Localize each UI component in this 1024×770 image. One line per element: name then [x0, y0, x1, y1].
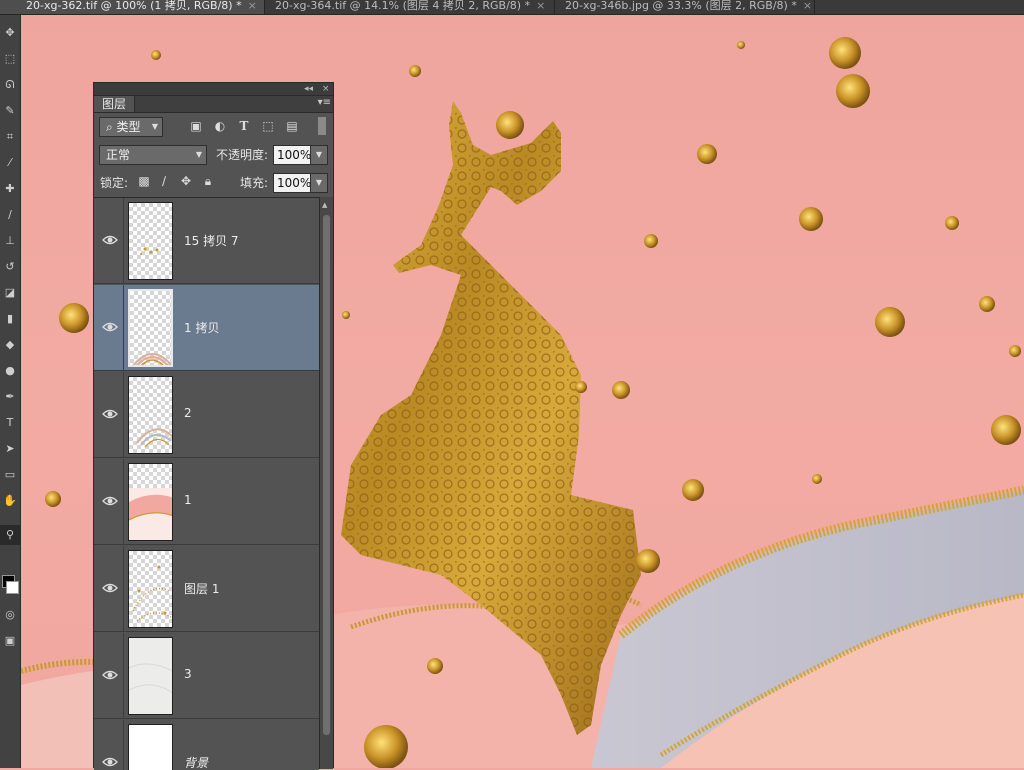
eye-icon[interactable]	[102, 668, 118, 682]
document-tab-3[interactable]: 20-xg-346b.jpg @ 33.3% (图层 2, RGB/8) * ×	[555, 0, 815, 14]
layer-name: 1 拷贝	[184, 321, 220, 335]
chevron-down-icon: ▼	[151, 122, 158, 131]
move-tool-icon[interactable]: ✥	[0, 23, 20, 43]
scrollbar-thumb[interactable]	[323, 215, 330, 735]
type-tool-icon[interactable]: T	[0, 413, 20, 433]
brush-tool-icon[interactable]: ∕	[0, 205, 20, 225]
layer-row[interactable]: 1 拷贝	[94, 285, 319, 371]
blend-opacity-row: 正常 ▼ 不透明度: 100% ▼	[94, 141, 333, 169]
document-tab-title: 20-xg-364.tif @ 14.1% (图层 4 拷贝 2, RGB/8)…	[275, 0, 531, 12]
document-tab-title: 20-xg-346b.jpg @ 33.3% (图层 2, RGB/8) *	[565, 0, 797, 12]
eyedropper-tool-icon[interactable]: ⁄	[0, 153, 20, 173]
filter-toggle-switch[interactable]	[318, 117, 326, 135]
layer-thumbnail	[128, 289, 173, 367]
layer-filter-row: ⌕ 类型 ▼ ▣ ◐ T ⬚ ▤	[94, 113, 333, 141]
eye-icon[interactable]	[102, 581, 118, 595]
collapse-panel-icon[interactable]: ◂◂	[304, 83, 313, 95]
tab-layers[interactable]: 图层	[94, 96, 136, 112]
stamp-tool-icon[interactable]: ⊥	[0, 231, 20, 251]
layer-thumbnail	[128, 463, 173, 541]
eye-icon[interactable]	[102, 233, 118, 247]
quick-select-tool-icon[interactable]: ✎	[0, 101, 20, 121]
layer-row[interactable]: 15 拷贝 7	[94, 198, 319, 284]
opacity-input[interactable]: 100%	[273, 145, 311, 165]
layer-thumbnail	[128, 202, 173, 280]
document-tab-title: 20-xg-362.tif @ 100% (1 拷贝, RGB/8) *	[26, 0, 242, 12]
dodge-tool-icon[interactable]: ●	[0, 361, 20, 381]
path-select-tool-icon[interactable]: ➤	[0, 439, 20, 459]
layers-list: 15 拷贝 7 1 拷贝 2 1 图层 1 3 背景	[94, 197, 319, 770]
eye-icon[interactable]	[102, 320, 118, 334]
layer-name: 图层 1	[184, 582, 220, 596]
close-icon[interactable]: ×	[322, 83, 330, 95]
close-icon[interactable]: ×	[536, 0, 545, 12]
layer-name: 2	[184, 406, 192, 420]
layer-row[interactable]: 图层 1	[94, 546, 319, 632]
layer-row[interactable]: 3	[94, 633, 319, 719]
layer-thumbnail	[128, 376, 173, 454]
screen-mode-icon[interactable]: ▣	[0, 631, 20, 651]
quick-mask-icon[interactable]: ◎	[0, 605, 20, 625]
hand-tool-icon[interactable]: ✋	[0, 491, 20, 511]
layer-name: 3	[184, 667, 192, 681]
marquee-tool-icon[interactable]: ⬚	[0, 49, 20, 69]
gradient-tool-icon[interactable]: ▮	[0, 309, 20, 329]
layer-row[interactable]: 1	[94, 459, 319, 545]
layers-panel: ◂◂ × 图层 ▾≡ ⌕ 类型 ▼ ▣ ◐ T ⬚ ▤ 正常 ▼ 不透明度: 100…	[93, 82, 334, 770]
lock-position-icon[interactable]: ✥	[178, 173, 194, 189]
fill-dropdown-arrow[interactable]: ▼	[310, 173, 328, 193]
chevron-down-icon: ▼	[195, 150, 202, 159]
zoom-tool-icon[interactable]: ⚲	[0, 525, 20, 545]
layer-name: 1	[184, 493, 192, 507]
document-tab-bar: 20-xg-362.tif @ 100% (1 拷贝, RGB/8) * × 20…	[0, 0, 1024, 15]
panel-header-bar: ◂◂ ×	[94, 83, 333, 96]
smart-object-filter-icon[interactable]: ▤	[284, 118, 300, 134]
eye-icon[interactable]	[102, 755, 118, 769]
layer-row[interactable]: 2	[94, 372, 319, 458]
lock-image-pixels-icon[interactable]: ∕	[156, 173, 172, 189]
tools-panel: ✥ ⬚ ᘏ ✎ ⌗ ⁄ ✚ ∕ ⊥ ↺ ◪ ▮ ◆ ● ✒ T ➤ ▭ ✋ ⚲ …	[0, 15, 21, 768]
eye-icon[interactable]	[102, 407, 118, 421]
shape-tool-icon[interactable]: ▭	[0, 465, 20, 485]
eye-icon[interactable]	[102, 494, 118, 508]
lock-label: 锁定:	[100, 176, 129, 190]
background-color-swatch[interactable]	[6, 581, 19, 594]
lock-transparent-pixels-icon[interactable]: ▩	[136, 173, 152, 189]
lasso-tool-icon[interactable]: ᘏ	[0, 75, 20, 95]
eraser-tool-icon[interactable]: ◪	[0, 283, 20, 303]
scroll-up-icon[interactable]: ▲	[322, 201, 327, 209]
blur-tool-icon[interactable]: ◆	[0, 335, 20, 355]
layer-thumbnail	[128, 637, 173, 715]
opacity-label: 不透明度:	[216, 148, 269, 162]
shape-filter-icon[interactable]: ⬚	[260, 118, 276, 134]
document-tab-1[interactable]: 20-xg-362.tif @ 100% (1 拷贝, RGB/8) * ×	[0, 0, 265, 14]
layer-row[interactable]: 背景	[94, 720, 319, 770]
panel-tab-row: 图层 ▾≡	[94, 96, 333, 113]
blend-mode-dropdown[interactable]: 正常 ▼	[99, 145, 207, 165]
document-tab-2[interactable]: 20-xg-364.tif @ 14.1% (图层 4 拷贝 2, RGB/8)…	[265, 0, 555, 14]
blend-mode-value: 正常	[106, 148, 131, 162]
type-filter-icon[interactable]: T	[236, 118, 252, 134]
image-filter-icon[interactable]: ▣	[188, 118, 204, 134]
pen-tool-icon[interactable]: ✒	[0, 387, 20, 407]
panel-menu-icon[interactable]: ▾≡	[318, 97, 331, 108]
fill-input[interactable]: 100%	[273, 173, 311, 193]
lock-fill-row: 锁定: ▩ ∕ ✥ 🔒︎ 填充: 100% ▼	[94, 169, 333, 197]
close-icon[interactable]: ×	[803, 0, 812, 12]
adjustment-filter-icon[interactable]: ◐	[212, 118, 228, 134]
filter-kind-dropdown[interactable]: ⌕ 类型 ▼	[99, 117, 163, 137]
layer-thumbnail	[128, 724, 173, 770]
layers-scrollbar[interactable]: ▲	[319, 197, 333, 769]
close-icon[interactable]: ×	[248, 0, 257, 12]
layer-thumbnail	[128, 550, 173, 628]
healing-tool-icon[interactable]: ✚	[0, 179, 20, 199]
filter-kind-label: 类型	[116, 120, 141, 134]
search-icon: ⌕	[106, 120, 117, 134]
lock-all-icon[interactable]: 🔒︎	[200, 173, 216, 189]
opacity-dropdown-arrow[interactable]: ▼	[310, 145, 328, 165]
crop-tool-icon[interactable]: ⌗	[0, 127, 20, 147]
history-brush-tool-icon[interactable]: ↺	[0, 257, 20, 277]
layer-name: 15 拷贝 7	[184, 234, 239, 248]
fill-label: 填充:	[240, 176, 269, 190]
